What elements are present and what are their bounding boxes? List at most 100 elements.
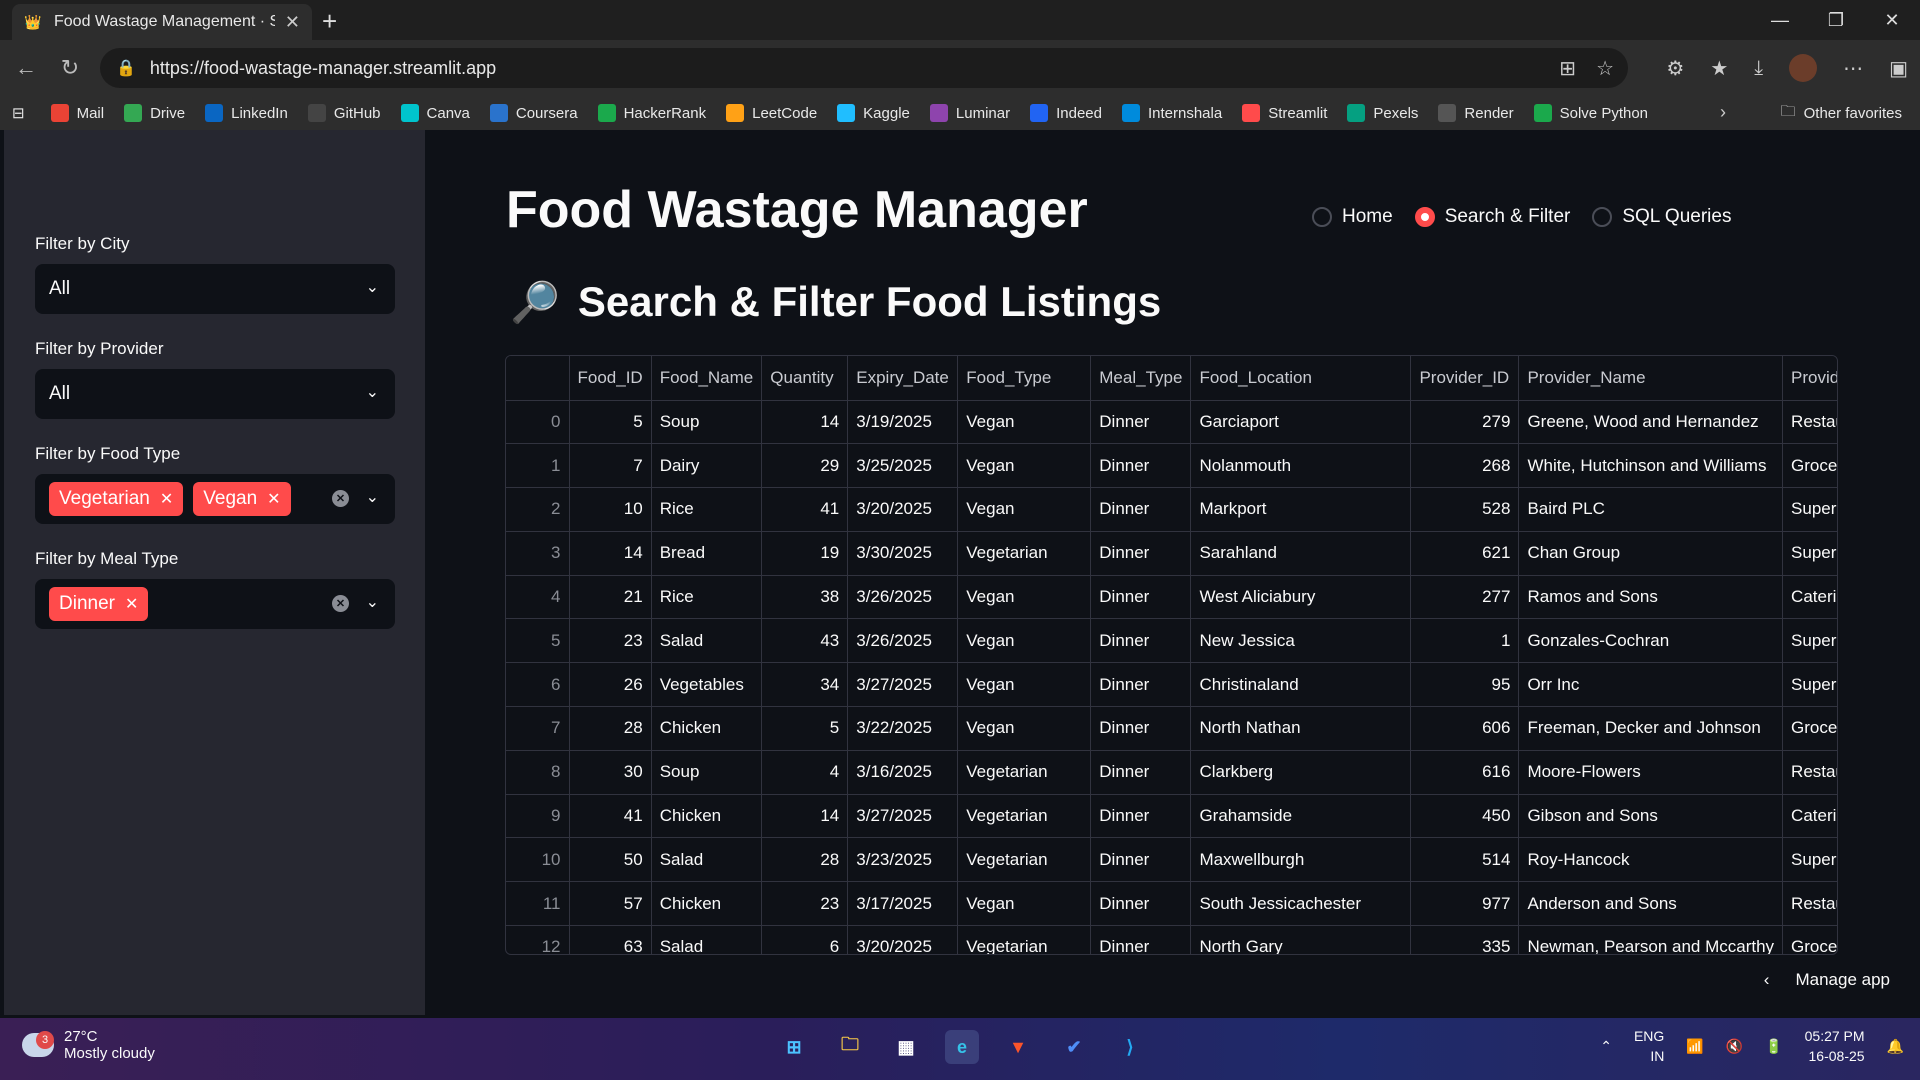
- bookmark-hackerrank[interactable]: HackerRank: [597, 104, 706, 122]
- column-header[interactable]: Food_Location: [1190, 356, 1412, 401]
- radio-button-icon[interactable]: [1312, 207, 1332, 227]
- food-type-multiselect[interactable]: Vegetarian ✕ Vegan ✕ ✕ ⌄: [35, 474, 395, 524]
- column-header[interactable]: Expiry_Date: [847, 356, 959, 401]
- city-select[interactable]: All ⌄: [35, 264, 395, 314]
- bookmark-leetcode[interactable]: LeetCode: [726, 104, 817, 122]
- weather-widget[interactable]: 3 27°C Mostly cloudy: [22, 1028, 155, 1062]
- column-header[interactable]: Meal_Type: [1090, 356, 1192, 401]
- chevron-down-icon[interactable]: ⌄: [366, 277, 379, 297]
- column-header[interactable]: [506, 356, 570, 401]
- bookmarks-menu-icon[interactable]: ⊟: [12, 104, 25, 122]
- back-button[interactable]: ←: [8, 50, 44, 86]
- bookmark-pexels[interactable]: Pexels: [1347, 104, 1418, 122]
- chevron-down-icon[interactable]: ⌄: [366, 382, 379, 402]
- radio-button-icon[interactable]: [1414, 207, 1435, 227]
- favorites-icon[interactable]: ★: [1710, 56, 1728, 81]
- table-row[interactable]: 11 57 Chicken 23 3/17/2025 Vegan Dinner South J…: [506, 881, 1837, 927]
- radio-button-icon[interactable]: [1592, 207, 1613, 227]
- bookmark-streamlit[interactable]: Streamlit: [1242, 104, 1327, 122]
- volume-muted-icon[interactable]: 🔇: [1726, 1038, 1743, 1055]
- favorite-star-icon[interactable]: ☆: [1596, 56, 1614, 81]
- remove-chip-icon[interactable]: ✕: [267, 489, 280, 509]
- bookmark-linkedin[interactable]: LinkedIn: [205, 104, 288, 122]
- bookmark-luminar[interactable]: Luminar: [929, 104, 1010, 122]
- chevron-up-icon[interactable]: ⌃: [1600, 1038, 1612, 1055]
- column-header[interactable]: Provider_ID: [1410, 356, 1520, 401]
- bookmarks-overflow-icon[interactable]: ›: [1720, 102, 1726, 123]
- bookmark-drive[interactable]: Drive: [124, 104, 185, 122]
- reload-button[interactable]: ↻: [52, 50, 88, 86]
- vscode-icon[interactable]: ⟩: [1113, 1030, 1147, 1064]
- more-menu-icon[interactable]: ⋯: [1843, 56, 1863, 81]
- close-window-button[interactable]: ✕: [1864, 0, 1920, 40]
- table-row[interactable]: 12 63 Salad 6 3/20/2025 Vegetarian Dinner North…: [506, 925, 1837, 954]
- app-available-icon[interactable]: ⊞: [1559, 56, 1576, 81]
- column-header[interactable]: Provider: [1782, 356, 1837, 401]
- table-cell: 50: [569, 837, 652, 883]
- clear-all-icon[interactable]: ✕: [332, 490, 349, 507]
- notification-icon[interactable]: 🔔: [1887, 1038, 1904, 1055]
- table-row[interactable]: 7 28 Chicken 5 3/22/2025 Vegan Dinner North Nat…: [506, 706, 1837, 751]
- column-header[interactable]: Food_Type: [957, 356, 1092, 401]
- table-row[interactable]: 5 23 Salad 43 3/26/2025 Vegan Dinner New Jessic…: [506, 618, 1837, 664]
- close-tab-icon[interactable]: ✕: [285, 12, 300, 33]
- manage-app-button[interactable]: ‹ Manage app: [1764, 970, 1890, 990]
- table-row[interactable]: 6 26 Vegetables 34 3/27/2025 Vegan Dinner Chris…: [506, 662, 1837, 708]
- column-header[interactable]: Quantity: [761, 356, 849, 401]
- todo-app-icon[interactable]: ✔: [1057, 1030, 1091, 1064]
- brave-browser-icon[interactable]: ▼: [1001, 1030, 1035, 1064]
- other-favorites[interactable]: 🗀 Other favorites: [1781, 96, 1902, 130]
- bookmark-mail[interactable]: Mail: [50, 104, 104, 122]
- data-table[interactable]: Food_ID Food_Name Quantity Expiry_Date Food_…: [505, 355, 1838, 955]
- bookmark-indeed[interactable]: Indeed: [1030, 104, 1102, 122]
- browser-tab[interactable]: 👑 Food Wastage Management · Stre ✕: [12, 4, 312, 40]
- provider-select[interactable]: All ⌄: [35, 369, 395, 419]
- meal-type-multiselect[interactable]: Dinner ✕ ✕ ⌄: [35, 579, 395, 629]
- file-explorer-icon[interactable]: 🗀: [833, 1030, 867, 1064]
- edge-browser-icon[interactable]: e: [945, 1030, 979, 1064]
- column-header[interactable]: Food_ID: [569, 356, 652, 401]
- url-bar[interactable]: 🔒 https://food-wastage-manager.streamlit…: [100, 48, 1628, 88]
- bookmark-solve-python[interactable]: Solve Python: [1533, 104, 1648, 122]
- chevron-down-icon[interactable]: ⌄: [366, 592, 379, 612]
- nav-radio-home[interactable]: Home: [1312, 206, 1393, 228]
- restore-button[interactable]: ❐: [1808, 0, 1864, 40]
- language-indicator[interactable]: ENG IN: [1634, 1026, 1664, 1066]
- nav-radio-search-filter[interactable]: Search & Filter: [1414, 206, 1570, 228]
- bookmark-render[interactable]: Render: [1438, 104, 1514, 122]
- column-header[interactable]: Food_Name: [651, 356, 763, 401]
- table-row[interactable]: 10 50 Salad 28 3/23/2025 Vegetarian Dinner Maxw…: [506, 837, 1837, 883]
- table-row[interactable]: 8 30 Soup 4 3/16/2025 Vegetarian Dinner Clarkbe…: [506, 750, 1837, 795]
- downloads-icon[interactable]: ⤓: [1754, 57, 1763, 80]
- wifi-icon[interactable]: 📶: [1686, 1038, 1703, 1055]
- table-cell: 528: [1410, 487, 1520, 532]
- table-row[interactable]: 3 14 Bread 19 3/30/2025 Vegetarian Dinner Sarah…: [506, 531, 1837, 576]
- chevron-down-icon[interactable]: ⌄: [366, 487, 379, 507]
- sidebar-toggle-icon[interactable]: ▣: [1889, 56, 1908, 81]
- bookmark-coursera[interactable]: Coursera: [489, 104, 578, 122]
- clear-all-icon[interactable]: ✕: [332, 595, 349, 612]
- column-header[interactable]: Provider_Name: [1518, 356, 1784, 401]
- windows-start-icon[interactable]: ⊞: [777, 1030, 811, 1064]
- profile-avatar[interactable]: [1789, 54, 1818, 82]
- bookmark-github[interactable]: GitHub: [307, 104, 381, 122]
- table-row[interactable]: 0 5 Soup 14 3/19/2025 Vegan Dinner Garciaport 27…: [506, 400, 1837, 445]
- bookmark-canva[interactable]: Canva: [400, 104, 470, 122]
- lock-icon[interactable]: 🔒: [116, 58, 136, 78]
- table-row[interactable]: 4 21 Rice 38 3/26/2025 Vegan Dinner West Alicia…: [506, 575, 1837, 620]
- nav-radio-sql-queries[interactable]: SQL Queries: [1592, 206, 1731, 228]
- clock[interactable]: 05:27 PM 16-08-25: [1805, 1026, 1865, 1066]
- bookmark-kaggle[interactable]: Kaggle: [837, 104, 910, 122]
- bookmark-internshala[interactable]: Internshala: [1121, 104, 1222, 122]
- table-row[interactable]: 2 10 Rice 41 3/20/2025 Vegan Dinner Markport 528…: [506, 487, 1837, 532]
- provider-select-value: All: [49, 383, 71, 404]
- remove-chip-icon[interactable]: ✕: [125, 594, 138, 614]
- table-row[interactable]: 9 41 Chicken 14 3/27/2025 Vegetarian Dinner Gra…: [506, 794, 1837, 839]
- store-icon[interactable]: ▦: [889, 1030, 923, 1064]
- battery-icon[interactable]: 🔋: [1765, 1038, 1782, 1055]
- minimize-button[interactable]: —: [1752, 0, 1808, 40]
- new-tab-button[interactable]: +: [322, 6, 337, 37]
- remove-chip-icon[interactable]: ✕: [160, 489, 173, 509]
- table-row[interactable]: 1 7 Dairy 29 3/25/2025 Vegan Dinner Nolanmouth 2…: [506, 443, 1837, 489]
- extensions-icon[interactable]: ⚙: [1666, 56, 1684, 81]
